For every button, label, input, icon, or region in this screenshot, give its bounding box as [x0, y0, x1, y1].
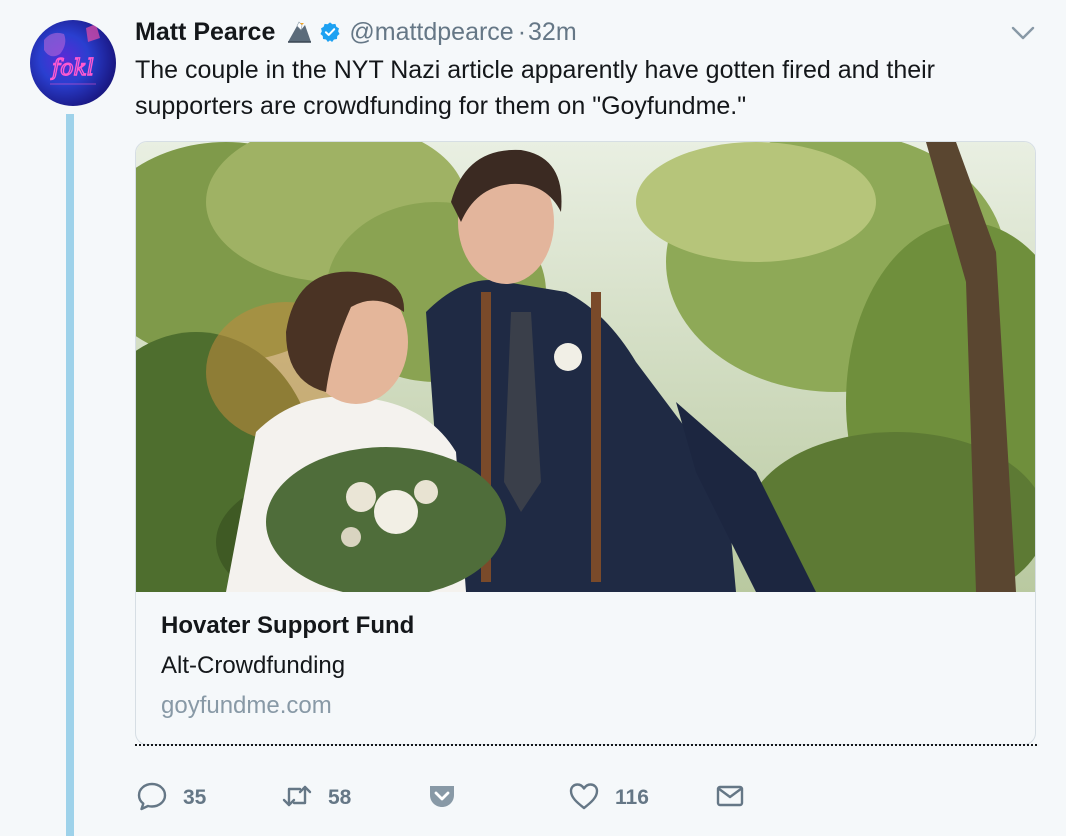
reply-icon	[135, 779, 169, 818]
chevron-down-icon[interactable]	[1010, 22, 1036, 44]
timestamp[interactable]: 32m	[528, 18, 577, 47]
card-description: Alt-Crowdfunding	[161, 652, 346, 679]
reply-button[interactable]: 35	[135, 776, 206, 820]
avatar[interactable]: fokl	[30, 20, 116, 106]
thread-line	[66, 114, 74, 836]
retweet-button[interactable]: 58	[280, 776, 351, 820]
tweet-text: The couple in the NYT Nazi article appar…	[135, 56, 935, 120]
author-handle[interactable]: @mattdpearce	[349, 18, 513, 47]
pocket-button[interactable]	[425, 776, 459, 820]
like-button[interactable]: 116	[567, 776, 649, 820]
eagle-emoji-icon	[285, 18, 313, 46]
card-photo	[136, 142, 1035, 592]
card-domain: goyfundme.com	[161, 692, 332, 719]
heart-icon	[567, 779, 601, 818]
author-name[interactable]: Matt Pearce	[135, 18, 275, 47]
like-count: 116	[615, 786, 649, 809]
reply-count: 35	[183, 786, 207, 809]
retweet-icon	[280, 779, 314, 818]
card-title: Hovater Support Fund	[161, 612, 415, 639]
divider	[135, 744, 1037, 746]
pocket-icon	[425, 779, 459, 818]
time-separator: ·	[517, 17, 527, 46]
tweet-header: Matt Pearce @mattdpearce · 32m	[135, 14, 1036, 50]
direct-message-button[interactable]	[713, 776, 747, 820]
retweet-count: 58	[328, 786, 352, 809]
avatar-neon-text: fokl	[50, 56, 94, 81]
verified-badge-icon	[319, 21, 341, 43]
envelope-icon	[713, 779, 747, 818]
link-card[interactable]: Hovater Support Fund Alt-Crowdfunding go…	[135, 141, 1036, 745]
tweet-actions: 35 58 116	[135, 776, 1035, 820]
